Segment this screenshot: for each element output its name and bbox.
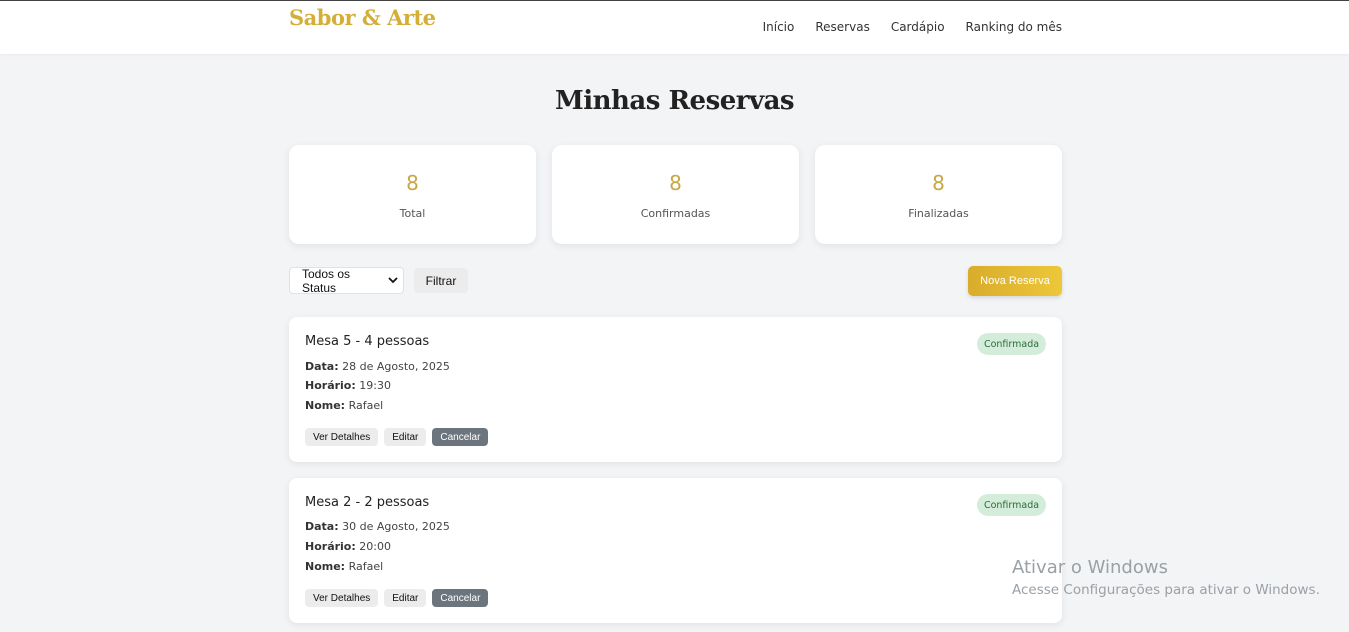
stat-label: Total <box>399 207 426 220</box>
name-value: Rafael <box>348 560 384 573</box>
brand-logo[interactable]: Sabor & Arte <box>289 5 436 30</box>
view-details-button[interactable]: Ver Detalhes <box>305 428 379 446</box>
page-title: Minhas Reservas <box>554 86 795 116</box>
reservation-name: Nome: Rafael <box>305 560 383 573</box>
status-filter-value: Todos os Status <box>302 266 351 295</box>
status-badge: Confirmada <box>977 333 1046 355</box>
date-label: Data: <box>305 520 339 533</box>
nav-item-reservas[interactable]: Reservas <box>815 20 869 34</box>
date-value: 28 de Agosto, 2025 <box>342 360 450 373</box>
reservation-title: Mesa 5 - 4 pessoas <box>305 334 430 349</box>
chevron-down-icon <box>382 277 403 284</box>
time-label: Horário: <box>305 540 356 553</box>
time-value: 19:30 <box>359 379 391 392</box>
new-reservation-button[interactable]: Nova Reserva <box>968 266 1062 296</box>
windows-activation-watermark: Ativar o Windows Acesse Configurações pa… <box>1012 557 1320 598</box>
nav-item-inicio[interactable]: Início <box>763 20 795 34</box>
name-value: Rafael <box>348 399 384 412</box>
stat-card-finalizadas: 8 Finalizadas <box>815 145 1062 244</box>
reservation-actions: Ver Detalhes Editar Cancelar <box>305 589 489 607</box>
filter-button[interactable]: Filtrar <box>414 268 468 293</box>
reservation-title: Mesa 2 - 2 pessoas <box>305 495 430 510</box>
reservation-card: Mesa 5 - 4 pessoas Confirmada Data: 28 d… <box>289 317 1062 462</box>
status-filter-select[interactable]: Todos os Status <box>289 266 404 295</box>
stat-value: 8 <box>669 171 682 195</box>
status-badge: Confirmada <box>977 494 1046 516</box>
date-label: Data: <box>305 360 339 373</box>
edit-button[interactable]: Editar <box>384 589 427 607</box>
site-header: Sabor & Arte Início Reservas Cardápio Ra… <box>0 1 1349 54</box>
stat-card-total: 8 Total <box>289 145 536 244</box>
name-label: Nome: <box>305 560 346 573</box>
watermark-title: Ativar o Windows <box>1012 557 1168 578</box>
reservation-card: Mesa 2 - 2 pessoas Confirmada Data: 30 d… <box>289 478 1062 623</box>
cancel-button[interactable]: Cancelar <box>432 428 489 446</box>
stat-label: Finalizadas <box>908 207 969 220</box>
time-label: Horário: <box>305 379 356 392</box>
reservation-date: Data: 28 de Agosto, 2025 <box>305 360 450 373</box>
time-value: 20:00 <box>359 540 391 553</box>
edit-button[interactable]: Editar <box>384 428 427 446</box>
cancel-button[interactable]: Cancelar <box>432 589 489 607</box>
watermark-subtitle: Acesse Configurações para ativar o Windo… <box>1012 582 1320 598</box>
stat-value: 8 <box>406 171 419 195</box>
stat-card-confirmadas: 8 Confirmadas <box>552 145 799 244</box>
main-nav: Início Reservas Cardápio Ranking do mês <box>763 20 1062 34</box>
date-value: 30 de Agosto, 2025 <box>342 520 450 533</box>
reservation-time: Horário: 19:30 <box>305 379 391 392</box>
nav-item-ranking[interactable]: Ranking do mês <box>966 20 1062 34</box>
reservation-actions: Ver Detalhes Editar Cancelar <box>305 428 489 446</box>
reservation-name: Nome: Rafael <box>305 399 383 412</box>
view-details-button[interactable]: Ver Detalhes <box>305 589 379 607</box>
name-label: Nome: <box>305 399 346 412</box>
nav-item-cardapio[interactable]: Cardápio <box>891 20 945 34</box>
reservation-time: Horário: 20:00 <box>305 540 391 553</box>
stat-value: 8 <box>932 171 945 195</box>
reservation-date: Data: 30 de Agosto, 2025 <box>305 520 450 533</box>
stat-label: Confirmadas <box>640 207 711 220</box>
